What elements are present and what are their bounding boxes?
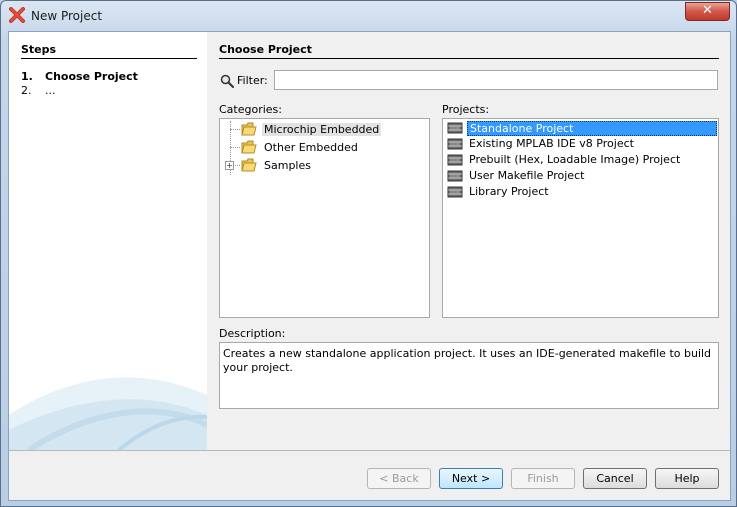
title-bar: New Project ✕	[1, 1, 736, 31]
steps-panel: Steps 1. Choose Project 2....	[9, 32, 207, 450]
folder-icon	[241, 158, 257, 172]
step-label: ...	[45, 84, 56, 97]
folder-icon	[241, 140, 257, 154]
back-button[interactable]: < Back	[367, 468, 431, 489]
search-icon	[220, 74, 234, 88]
list-item-prebuilt-project[interactable]: Prebuilt (Hex, Loadable Image) Project	[445, 152, 718, 168]
filter-input[interactable]	[274, 70, 718, 90]
tree-item-label: Other Embedded	[264, 141, 358, 154]
step-item: 1. Choose Project	[21, 70, 138, 83]
project-chip-icon	[447, 170, 463, 182]
project-chip-icon	[447, 186, 463, 198]
project-chip-icon	[447, 138, 463, 150]
tree-item-samples[interactable]: + Samples	[220, 156, 429, 174]
steps-title: Steps	[21, 43, 57, 56]
title-divider	[219, 58, 719, 59]
main-panel: Choose Project Filter: Categories: Proje…	[207, 32, 730, 450]
list-item-label: Existing MPLAB IDE v8 Project	[469, 137, 634, 150]
list-item-label: Prebuilt (Hex, Loadable Image) Project	[469, 153, 681, 166]
finish-button[interactable]: Finish	[511, 468, 575, 489]
tree-item-label: Microchip Embedded	[262, 123, 382, 136]
list-item-standalone-project[interactable]: Standalone Project	[445, 120, 718, 136]
window-close-button[interactable]: ✕	[685, 2, 730, 21]
projects-list[interactable]: Standalone Project Existing MPLAB IDE v8…	[442, 118, 719, 318]
step-label: Choose Project	[45, 70, 138, 83]
tree-item-other-embedded[interactable]: Other Embedded	[220, 138, 429, 156]
new-project-window: New Project ✕ Steps 1. Choose Project 2..…	[0, 0, 737, 507]
list-item-existing-mplab-project[interactable]: Existing MPLAB IDE v8 Project	[445, 136, 718, 152]
list-item-label: User Makefile Project	[469, 169, 585, 182]
list-item-label: Library Project	[469, 185, 549, 198]
tree-item-microchip-embedded[interactable]: Microchip Embedded	[220, 120, 429, 138]
categories-label: Categories:	[219, 103, 282, 116]
cancel-button[interactable]: Cancel	[583, 468, 647, 489]
description-label: Description:	[219, 327, 286, 340]
mplab-x-icon	[9, 7, 25, 23]
list-item-label: Standalone Project	[467, 121, 717, 136]
footer-divider	[9, 450, 730, 451]
next-button[interactable]: Next >	[439, 468, 503, 489]
step-number: 1.	[21, 70, 33, 83]
tree-connector	[230, 147, 240, 148]
list-item-library-project[interactable]: Library Project	[445, 184, 718, 200]
step-item: 2....	[21, 84, 56, 97]
project-chip-icon	[447, 122, 463, 134]
description-text: Creates a new standalone application pro…	[219, 342, 719, 409]
categories-tree[interactable]: Microchip Embedded Other Embedded + Samp…	[219, 118, 430, 318]
folder-icon	[241, 122, 257, 136]
help-button[interactable]: Help	[655, 468, 719, 489]
steps-divider	[21, 58, 197, 59]
page-title: Choose Project	[219, 43, 312, 56]
decorative-swoosh	[9, 377, 207, 450]
list-item-user-makefile-project[interactable]: User Makefile Project	[445, 168, 718, 184]
window-title: New Project	[31, 9, 103, 23]
tree-connector	[230, 129, 240, 130]
projects-label: Projects:	[442, 103, 490, 116]
filter-label: Filter:	[237, 74, 268, 87]
expand-plus-icon[interactable]: +	[225, 161, 234, 170]
step-number: 2.	[21, 84, 32, 97]
dialog-body: Steps 1. Choose Project 2.... Choose Proj…	[8, 31, 731, 501]
project-chip-icon	[447, 154, 463, 166]
tree-item-label: Samples	[264, 159, 311, 172]
